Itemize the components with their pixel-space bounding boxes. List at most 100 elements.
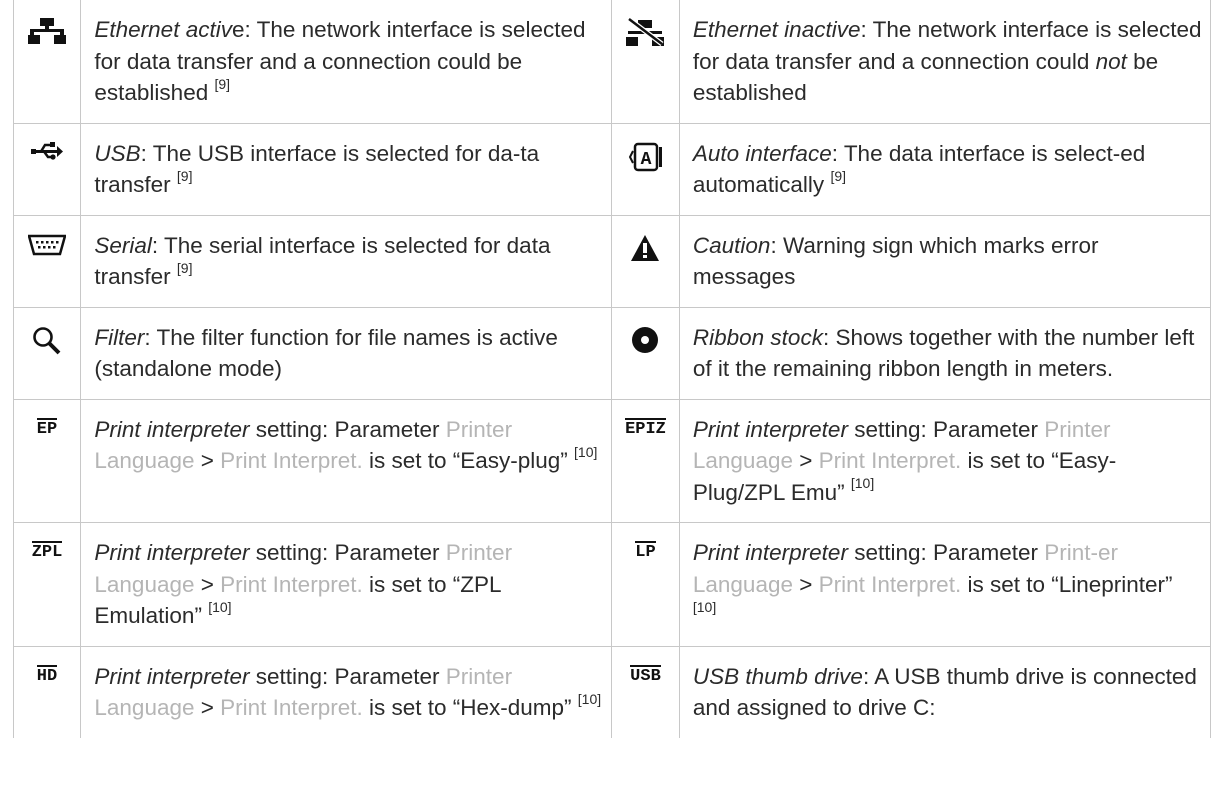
description-text: Filter: The filter function for file nam… [81, 308, 611, 399]
term: Ethernet activ [94, 17, 232, 42]
right-icon-cell: USB [611, 645, 680, 738]
text-run: setting: Parameter [847, 416, 1045, 442]
table-row: ZPL Print interpreter setting: Parameter … [12, 522, 1212, 647]
table-row: USB: The USB interface is selected for d… [12, 122, 1212, 216]
term: Print interpreter [94, 663, 250, 689]
zpl-emulation-icon: ZPL [14, 523, 80, 561]
footnote-ref: [9] [830, 167, 847, 184]
term: Print interpreter [692, 540, 848, 565]
left-description-cell: Print interpreter setting: Parameter Pri… [80, 645, 613, 738]
text-run: is set to “Easy-plug” [362, 448, 575, 473]
text-run: is set to “Hex-dump” [362, 695, 578, 720]
footnote-ref: [9] [214, 75, 231, 92]
text-run: > [194, 695, 221, 720]
left-icon-cell: HD [12, 645, 82, 738]
table-row: HD Print interpreter setting: Parameter P… [12, 645, 1212, 738]
ribbon-stock-icon [612, 308, 678, 354]
footnote-ref: [10] [850, 475, 875, 491]
caution-icon [612, 216, 678, 262]
description-text: Ethernet inactive: The network interface… [680, 0, 1210, 123]
ethernet-active-icon [14, 0, 80, 44]
term: Serial [94, 232, 152, 258]
left-icon-cell [12, 0, 82, 124]
description-text: Ethernet active: The network interface i… [81, 0, 611, 123]
ethernet-inactive-icon [612, 0, 678, 46]
table-row: Filter: The filter function for file nam… [12, 306, 1212, 400]
right-description-cell: Ribbon stock: Shows together with the nu… [678, 306, 1212, 400]
description-text: Print interpreter setting: Parameter Pri… [81, 400, 611, 491]
usb-icon [14, 124, 80, 160]
text-run: > [194, 448, 221, 473]
lineprinter-icon: LP [612, 523, 678, 561]
text-run: > [194, 571, 221, 597]
description-text: Serial: The serial interface is selected… [81, 216, 611, 307]
hexdump-label: HD [36, 664, 58, 686]
left-description-cell: Print interpreter setting: Parameter Pri… [80, 398, 613, 523]
parameter-name: Print Interpret. [818, 571, 962, 597]
footnote-ref: [9] [176, 167, 193, 184]
right-description-cell: Print interpreter setting: Parameter Pri… [678, 398, 1212, 523]
auto-interface-icon: A [612, 124, 678, 172]
description-text: USB thumb drive: A USB thumb drive is co… [680, 647, 1210, 738]
description-text: Print interpreter setting: Parameter Pri… [680, 523, 1210, 646]
text-run: : The serial interface is selected for d… [94, 232, 551, 290]
footnote-ref: [10] [208, 598, 232, 615]
text-run: setting: Parameter [249, 416, 446, 442]
parameter-name: Print Interpret. [818, 448, 962, 473]
left-description-cell: Serial: The serial interface is selected… [80, 214, 613, 308]
svg-text:A: A [641, 150, 652, 170]
easyplug-icon: EP [14, 400, 80, 438]
table-row: EP Print interpreter setting: Parameter P… [12, 398, 1212, 523]
left-icon-cell [12, 214, 82, 308]
description-text: Caution: Warning sign which marks error … [680, 216, 1210, 307]
left-description-cell: Ethernet active: The network interface i… [80, 0, 613, 124]
left-icon-cell [12, 122, 82, 216]
text-run: setting: Parameter [847, 540, 1045, 565]
text-run: is set to “Lineprinter” [961, 571, 1173, 597]
parameter-name: Print Interpret. [220, 695, 363, 720]
right-description-cell: Ethernet inactive: The network interface… [678, 0, 1212, 124]
right-icon-cell: A [611, 122, 680, 216]
right-icon-cell: EPIZ [611, 398, 680, 523]
easyplug-label: EP [36, 417, 58, 439]
text-run: setting: Parameter [249, 663, 446, 689]
text-run: : The filter function for file names is … [94, 324, 558, 382]
hexdump-icon: HD [14, 647, 80, 685]
right-description-cell: Auto interface: The data interface is se… [678, 122, 1212, 216]
description-text: Ribbon stock: Shows together with the nu… [680, 308, 1210, 399]
usb-thumb-drive-icon: USB [612, 647, 678, 685]
term: Caution [692, 232, 771, 258]
term: Print interpreter [94, 416, 250, 442]
parameter-name: Print Interpret. [220, 571, 363, 597]
usb-thumb-drive-label: USB [630, 664, 661, 686]
right-icon-cell [611, 214, 680, 308]
footnote-ref: [10] [577, 690, 602, 707]
description-text: Auto interface: The data interface is se… [680, 124, 1210, 215]
text-run: : The USB interface is selected for da-t… [94, 140, 540, 198]
right-icon-cell: LP [611, 522, 680, 647]
description-text: Print interpreter setting: Parameter Pri… [81, 647, 611, 738]
lineprinter-label: LP [635, 541, 656, 562]
term: Ethernet inactive [692, 17, 861, 42]
serial-port-icon [14, 216, 80, 256]
term: Filter [94, 324, 145, 350]
term: Ribbon stock [692, 324, 823, 350]
left-description-cell: Filter: The filter function for file nam… [80, 306, 613, 400]
term: Auto interface [692, 140, 832, 166]
parameter-name: Print Interpret. [220, 448, 363, 473]
footnote-ref: [10] [692, 598, 717, 615]
filter-icon [14, 308, 80, 356]
table-row: Serial: The serial interface is selected… [12, 214, 1212, 308]
description-text: USB: The USB interface is selected for d… [81, 124, 611, 215]
right-icon-cell [611, 0, 680, 124]
term: not [1095, 48, 1127, 74]
text-run: > [792, 448, 819, 473]
description-text: Print interpreter setting: Parameter Pri… [81, 523, 611, 646]
term: USB [94, 140, 141, 166]
table-row: Ethernet active: The network interface i… [12, 0, 1212, 124]
right-description-cell: Caution: Warning sign which marks error … [678, 214, 1212, 308]
footnote-ref: [10] [574, 443, 598, 460]
left-icon-cell: EP [12, 398, 82, 523]
text-run: setting: Parameter [249, 540, 446, 565]
term: Print interpreter [94, 540, 250, 565]
